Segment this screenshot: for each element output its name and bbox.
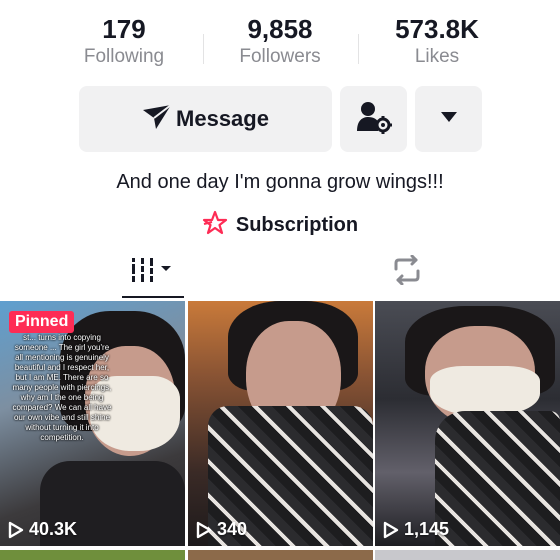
repost-icon (390, 254, 424, 290)
view-count: 340 (196, 519, 247, 540)
add-friend-settings-icon (356, 100, 392, 139)
followers-label: Followers (239, 46, 321, 67)
tab-reposts[interactable] (376, 246, 438, 298)
active-tab-indicator (122, 296, 184, 298)
subscription-label: Subscription (235, 214, 359, 236)
view-count: 40.3K (8, 519, 77, 540)
pinned-badge: Pinned (9, 311, 75, 333)
likes-label: Likes (414, 46, 460, 67)
view-count: 1,145 (383, 519, 449, 540)
video-thumbnail[interactable]: 1,145 (375, 301, 560, 546)
followers-stat[interactable]: 9,858 Followers (200, 14, 360, 70)
play-icon (383, 521, 399, 538)
send-icon (142, 103, 172, 135)
more-options-button[interactable] (415, 86, 482, 152)
view-count-value: 40.3K (29, 519, 78, 539)
subscription-link[interactable]: Subscription (0, 210, 560, 241)
following-stat[interactable]: 179 Following (44, 14, 204, 70)
tab-videos[interactable] (121, 246, 183, 298)
following-count: 179 (102, 14, 146, 44)
message-button[interactable]: Message (79, 86, 332, 152)
likes-stat[interactable]: 573.8K Likes (357, 14, 517, 70)
star-icon (202, 210, 228, 241)
video-thumbnail-next-row[interactable] (375, 550, 560, 560)
play-icon (8, 521, 24, 538)
video-grid: Pinned st... turns into copying someone … (0, 301, 560, 560)
add-friend-button[interactable] (340, 86, 407, 152)
grid-bars-icon (129, 255, 175, 290)
view-count-value: 340 (217, 519, 248, 539)
play-icon (196, 521, 212, 538)
likes-count: 573.8K (395, 14, 479, 44)
video-thumbnail[interactable]: Pinned st... turns into copying someone … (0, 301, 185, 546)
video-thumbnail-next-row[interactable] (188, 550, 373, 560)
followers-count: 9,858 (247, 14, 313, 44)
profile-bio: And one day I'm gonna grow wings!!! (116, 171, 444, 193)
following-label: Following (83, 46, 165, 67)
video-thumbnail-next-row[interactable] (0, 550, 185, 560)
video-caption-overlay: st... turns into copying someone ... The… (12, 333, 112, 442)
profile-stats: 179 Following 9,858 Followers 573.8K Lik… (0, 14, 560, 74)
video-thumbnail[interactable]: 340 (188, 301, 373, 546)
view-count-value: 1,145 (404, 519, 450, 539)
profile-tabs (0, 246, 560, 298)
caret-down-icon (440, 110, 458, 128)
message-button-label: Message (176, 106, 269, 131)
